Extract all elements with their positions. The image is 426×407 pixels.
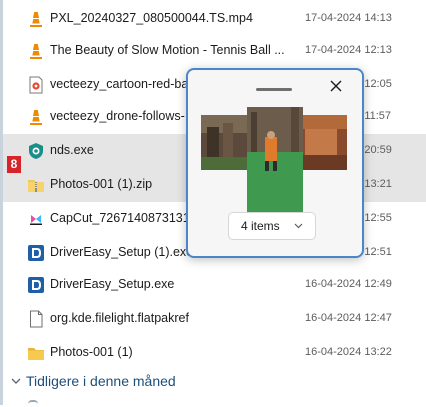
file-row-drivereasy[interactable]: DriverEasy_Setup.exe 16-04-2024 12:49: [3, 268, 426, 302]
file-name: The Beauty of Slow Motion - Tennis Ball …: [50, 43, 285, 57]
file-explorer-window: PXL_20240327_080500044.TS.mp4 17-04-2024…: [0, 0, 426, 405]
file-name: vecteezy_cartoon-red-ba: [50, 77, 189, 91]
chevron-down-icon: [11, 378, 21, 384]
vlc-icon: [30, 44, 42, 59]
capcut-icon: [28, 211, 44, 227]
file-row-tennis-ball[interactable]: The Beauty of Slow Motion - Tennis Ball …: [3, 34, 426, 68]
video-file-icon: [29, 76, 43, 94]
file-row-photos-folder[interactable]: Photos-001 (1) 16-04-2024 13:22: [3, 336, 426, 370]
file-name: vecteezy_drone-follows-: [50, 109, 185, 123]
vlc-icon: [30, 110, 42, 125]
drag-preview-popup: 4 items: [186, 68, 364, 258]
file-row-filelight[interactable]: org.kde.filelight.flatpakref 16-04-2024 …: [3, 302, 426, 336]
chevron-down-icon: [294, 223, 303, 229]
document-icon: [30, 310, 43, 328]
installer-icon: [28, 277, 44, 293]
file-name: DriverEasy_Setup (1).exe: [50, 245, 194, 259]
thumbnail-image-left: [201, 115, 253, 170]
file-row-pxl-mp4[interactable]: PXL_20240327_080500044.TS.mp4 17-04-2024…: [3, 2, 426, 36]
zip-folder-icon: [28, 180, 44, 192]
group-header-earlier-this-month[interactable]: Tidligere i denne måned: [10, 372, 310, 392]
file-name: Photos-001 (1): [50, 345, 133, 359]
installer-icon: [28, 245, 44, 261]
app-shield-icon: [29, 143, 43, 159]
thumbnail-stack: [201, 107, 347, 225]
group-header-label: Tidligere i denne måned: [26, 373, 176, 389]
items-count-dropdown[interactable]: 4 items: [228, 212, 316, 240]
file-name: CapCut_72671408731319: [50, 211, 197, 225]
file-date: 17-04-2024 12:13: [305, 44, 392, 56]
close-icon[interactable]: [329, 79, 343, 93]
partial-icon: [28, 400, 38, 407]
file-date: 16-04-2024 12:49: [305, 278, 392, 290]
file-name: DriverEasy_Setup.exe: [50, 277, 175, 291]
file-date: 17-04-2024 14:13: [305, 12, 392, 24]
file-date: 16-04-2024 13:22: [305, 346, 392, 358]
file-name: Photos-001 (1).zip: [50, 177, 153, 191]
file-date: 16-04-2024 12:47: [305, 312, 392, 324]
file-name: org.kde.filelight.flatpakref: [50, 311, 189, 325]
vlc-icon: [30, 12, 42, 27]
file-name: PXL_20240327_080500044.TS.mp4: [50, 11, 253, 25]
next-item-partial: [3, 397, 426, 405]
drag-handle[interactable]: [256, 88, 292, 91]
file-name: nds.exe: [50, 143, 94, 157]
folder-icon: [28, 348, 44, 360]
step-badge: 8: [7, 156, 21, 173]
items-count-label: 4 items: [241, 219, 280, 233]
thumbnail-image-front: [247, 107, 303, 225]
